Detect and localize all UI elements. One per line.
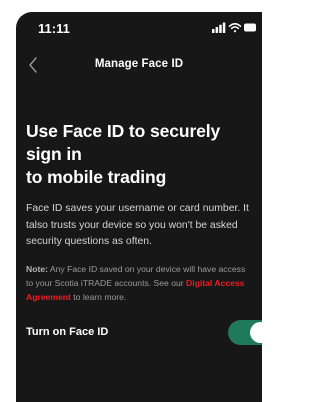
toggle-label: Turn on Face ID [26,326,109,338]
face-id-toggle[interactable] [228,320,262,345]
main-content: Use Face ID to securely sign in to mobil… [26,120,260,304]
heading-line-2: to mobile trading [26,167,167,187]
page-title: Manage Face ID [94,58,184,70]
description-line-1: Face ID saves your username or card numb… [26,203,249,214]
status-icons [212,22,258,33]
link-text-part-1: Digital Access [186,277,245,288]
cellular-signal-icon [212,22,226,33]
face-id-toggle-row: Turn on Face ID [26,320,262,346]
wifi-icon [228,23,242,33]
description-line-3: security questions as often. [26,236,152,247]
nav-bar: Manage Face ID [16,50,262,80]
note-label: Note: [26,263,48,274]
status-bar: 11:11 [16,12,262,42]
note-text: Note: Any Face ID saved on your device w… [26,262,260,304]
status-icons-svg [212,22,256,33]
battery-icon [244,23,256,32]
description-line-2: talso trusts your device so you won't be… [26,219,238,231]
main-heading: Use Face ID to securely sign in to mobil… [26,120,260,189]
note-line-1: Any Face ID saved on your device will ha… [47,263,246,274]
note-line-3: to learn more. [70,291,127,302]
note-line-2: to your Scotia iTRADE accounts. See our [26,277,187,288]
toggle-knob [250,322,262,343]
heading-line-1: Use Face ID to securely sign in [26,121,221,164]
link-text-part-2: Agreement [26,291,71,302]
description-text: Face ID saves your username or card numb… [26,201,260,251]
app-screen: 11:11 Manage Face ID Use Face ID to secu… [16,12,262,402]
status-time: 11:11 [38,21,70,36]
